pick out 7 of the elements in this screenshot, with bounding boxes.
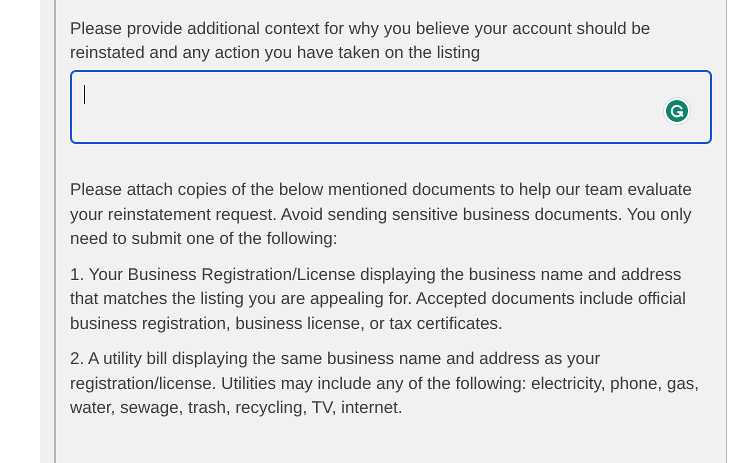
answer-field[interactable] [70,70,712,144]
instructions-text: Please attach copies of the below mentioned documents to help our team evaluate your reinstatement request. Avoid sending sensitive business documents. You only need to submit one of the following: [70,179,693,250]
question-label: Please provide additional context for why you believe your account should be reinstated and any action you have taken on the listing [70,18,652,64]
document-option: 2. A utility bill displaying the same business name and address as your registration/license. Utilities may include any of the following: electricity, phone, gas, water, sewage, trash, recycling, TV, internet. [70,347,712,420]
text-cursor [84,85,85,104]
assistant-icon[interactable] [663,97,691,125]
document-option: 1. Your Business Registration/License displaying the business name and address that matches the listing you are appealing for. Accepted documents include official business registration, business license, or tax certificates. [70,262,712,336]
